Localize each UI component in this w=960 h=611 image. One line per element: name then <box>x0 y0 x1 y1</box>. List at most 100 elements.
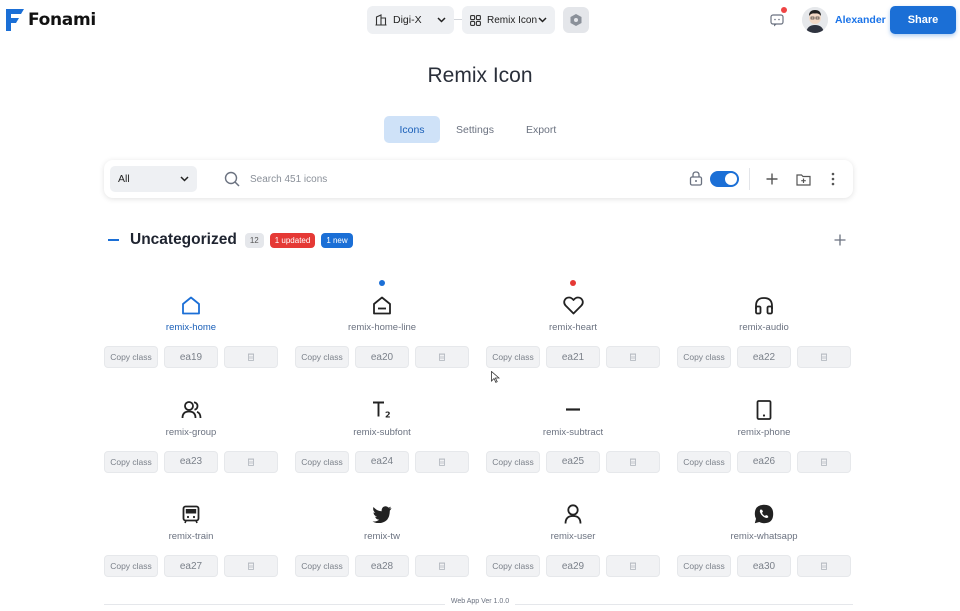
search-input[interactable] <box>250 169 650 189</box>
tablet-icon[interactable] <box>752 399 776 421</box>
copy-class-button[interactable]: Copy class <box>104 450 158 473</box>
icon-code-field[interactable]: ea29 <box>546 555 600 577</box>
copy-class-button[interactable]: Copy class <box>677 346 731 368</box>
avatar[interactable] <box>802 7 828 33</box>
icon-code-field[interactable]: ea19 <box>164 346 218 368</box>
copy-class-button[interactable]: Copy class <box>104 555 158 577</box>
icon-code-field[interactable]: ea22 <box>737 346 791 368</box>
copy-class-button[interactable]: Copy class <box>486 346 540 368</box>
home-icon[interactable] <box>179 294 203 316</box>
icon-code-field[interactable]: ea21 <box>546 346 600 368</box>
train-icon[interactable] <box>179 503 203 525</box>
trash-icon <box>248 458 254 466</box>
delete-icon-button[interactable] <box>224 346 278 368</box>
collapse-icon[interactable] <box>108 239 119 241</box>
icon-card[interactable]: remix-home-line Copy class ea20 <box>295 280 469 370</box>
whatsapp-icon[interactable] <box>752 503 776 525</box>
top-bar: Fonami Digi-X Remix Icon Alexander Share <box>0 0 960 40</box>
user-icon[interactable] <box>561 503 585 525</box>
icon-code-field[interactable]: ea27 <box>164 555 218 577</box>
icon-code-field[interactable]: ea26 <box>737 450 791 473</box>
category-filter-select[interactable]: All <box>110 166 197 192</box>
icon-card[interactable]: remix-phone Copy class ea26 <box>677 385 851 475</box>
add-icon-button[interactable] <box>762 169 782 189</box>
notifications-button[interactable] <box>767 7 787 30</box>
copy-class-button[interactable]: Copy class <box>677 555 731 577</box>
icon-name: remix-heart <box>548 322 598 333</box>
home-line-icon[interactable] <box>370 294 394 316</box>
footer: Web App Ver 1.0.0 <box>0 598 960 605</box>
lock-toggle[interactable] <box>710 171 739 187</box>
headphones-icon[interactable] <box>752 294 776 316</box>
chevron-down-icon <box>437 17 446 23</box>
copy-class-button[interactable]: Copy class <box>677 450 731 473</box>
icon-name: remix-train <box>168 531 214 542</box>
icon-name: remix-group <box>165 426 217 438</box>
delete-icon-button[interactable] <box>797 346 851 368</box>
delete-icon-button[interactable] <box>797 450 851 473</box>
copy-class-button[interactable]: Copy class <box>295 450 349 473</box>
iconset-settings-button[interactable] <box>563 7 589 33</box>
icon-code-field[interactable]: ea24 <box>355 450 409 473</box>
more-options-button[interactable] <box>823 169 843 189</box>
project-select[interactable]: Digi-X <box>367 6 454 34</box>
trash-icon <box>630 562 636 570</box>
copy-class-button[interactable]: Copy class <box>104 346 158 368</box>
delete-icon-button[interactable] <box>224 450 278 473</box>
icon-name: remix-user <box>550 531 596 542</box>
tab-export[interactable]: Export <box>510 116 572 143</box>
icon-card[interactable]: remix-whatsapp Copy class ea30 <box>677 489 851 579</box>
updated-badge: 1 updated <box>269 232 316 248</box>
icon-actions: Copy class ea26 <box>677 450 851 473</box>
icon-card[interactable]: remix-subtract Copy class ea25 <box>486 385 660 475</box>
icon-card[interactable]: remix-group Copy class ea23 <box>104 385 278 475</box>
grid-icon <box>470 14 481 26</box>
delete-icon-button[interactable] <box>415 450 469 473</box>
copy-class-button[interactable]: Copy class <box>295 346 349 368</box>
brand-logo[interactable]: Fonami <box>6 9 96 31</box>
icon-card[interactable]: remix-heart Copy class ea21 <box>486 280 660 370</box>
subscript-icon[interactable]: 2 <box>370 399 394 421</box>
delete-icon-button[interactable] <box>606 555 660 577</box>
delete-icon-button[interactable] <box>606 450 660 473</box>
icon-card[interactable]: remix-train Copy class ea27 <box>104 489 278 579</box>
trash-icon <box>439 562 445 570</box>
delete-icon-button[interactable] <box>224 555 278 577</box>
group-icon[interactable] <box>179 399 203 421</box>
trash-icon <box>821 562 827 570</box>
tab-settings[interactable]: Settings <box>440 116 510 143</box>
copy-class-button[interactable]: Copy class <box>486 555 540 577</box>
icon-card[interactable]: remix-home Copy class ea19 <box>104 280 278 370</box>
chevron-down-icon <box>538 17 547 23</box>
heart-icon[interactable] <box>561 294 585 316</box>
toggle-knob <box>725 173 737 185</box>
delete-icon-button[interactable] <box>606 346 660 368</box>
copy-class-button[interactable]: Copy class <box>295 555 349 577</box>
icon-code-field[interactable]: ea23 <box>164 450 218 473</box>
section-add-button[interactable] <box>832 232 848 248</box>
icon-card[interactable]: remix-user Copy class ea29 <box>486 489 660 579</box>
icon-card[interactable]: 2 remix-subfont Copy class ea24 <box>295 385 469 475</box>
delete-icon-button[interactable] <box>797 555 851 577</box>
twitter-icon[interactable] <box>370 503 394 525</box>
subtract-icon[interactable] <box>561 399 585 421</box>
tab-icons[interactable]: Icons <box>384 116 440 143</box>
icon-code-field[interactable]: ea25 <box>546 450 600 473</box>
delete-icon-button[interactable] <box>415 555 469 577</box>
icon-card[interactable]: remix-tw Copy class ea28 <box>295 489 469 579</box>
icon-actions: Copy class ea23 <box>104 450 278 473</box>
icon-card[interactable]: remix-audio Copy class ea22 <box>677 280 851 370</box>
icon-code-field[interactable]: ea28 <box>355 555 409 577</box>
copy-class-button[interactable]: Copy class <box>486 450 540 473</box>
icon-actions: Copy class ea22 <box>677 346 851 368</box>
plus-icon <box>834 234 846 246</box>
icon-code-field[interactable]: ea20 <box>355 346 409 368</box>
chevron-down-icon <box>180 176 189 182</box>
icon-code-field[interactable]: ea30 <box>737 555 791 577</box>
user-name[interactable]: Alexander <box>835 14 886 26</box>
iconset-select[interactable]: Remix Icon <box>462 6 555 34</box>
icon-name: remix-home <box>165 322 217 333</box>
delete-icon-button[interactable] <box>415 346 469 368</box>
add-folder-button[interactable] <box>793 169 813 189</box>
share-button[interactable]: Share <box>890 6 956 34</box>
